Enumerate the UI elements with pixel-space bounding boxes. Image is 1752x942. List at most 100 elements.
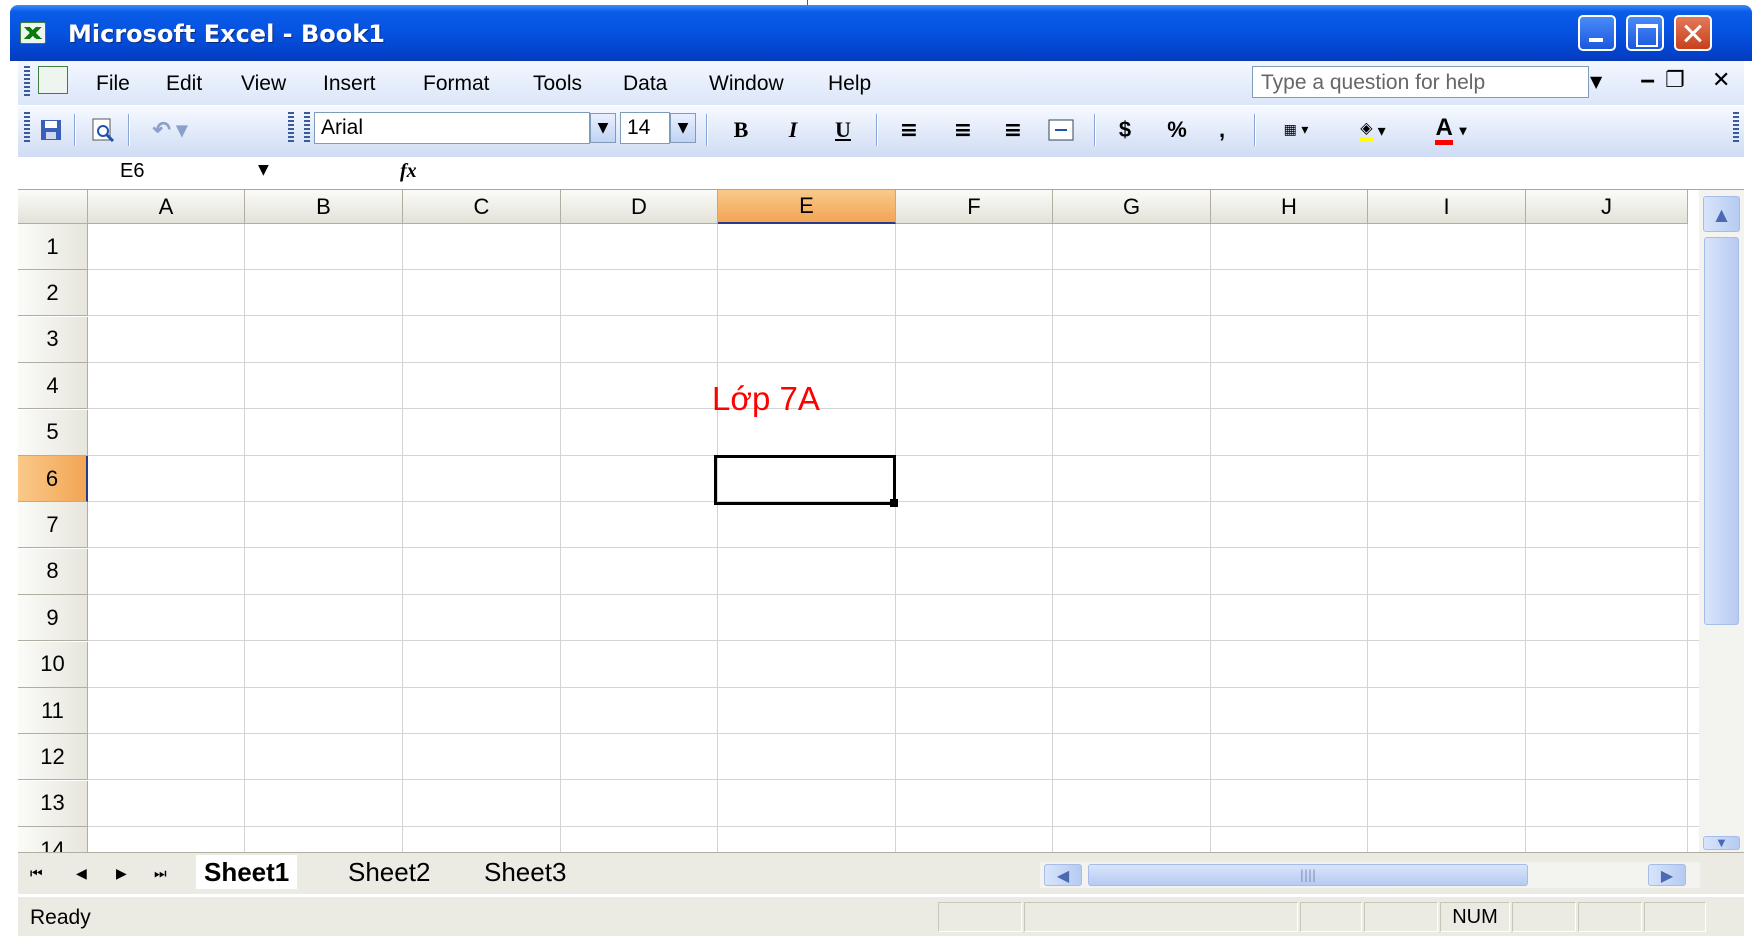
- doc-minimize-icon[interactable]: ‒: [1640, 68, 1655, 93]
- font-name-select[interactable]: Arial: [314, 112, 590, 144]
- menu-window[interactable]: Window: [709, 72, 784, 96]
- align-center-icon[interactable]: ≡: [946, 115, 980, 145]
- maximize-button[interactable]: [1626, 15, 1664, 51]
- row-header-6[interactable]: 6: [18, 456, 88, 502]
- select-all-corner[interactable]: [18, 190, 88, 224]
- toolbar-grip[interactable]: [24, 112, 30, 144]
- row-header-13[interactable]: 13: [18, 780, 88, 827]
- merge-center-icon[interactable]: [1044, 115, 1078, 145]
- column-header-e[interactable]: E: [718, 190, 896, 224]
- row-header-3[interactable]: 3: [18, 316, 88, 363]
- column-header-i[interactable]: I: [1368, 190, 1526, 224]
- tab-sheet1[interactable]: Sheet1: [196, 855, 298, 889]
- tab-sheet3[interactable]: Sheet3: [476, 855, 574, 889]
- fill-handle[interactable]: [890, 499, 898, 507]
- menu-format[interactable]: Format: [423, 72, 490, 96]
- row-header-4[interactable]: 4: [18, 363, 88, 410]
- toolbar-overflow-icon[interactable]: [288, 112, 294, 144]
- row-header-10[interactable]: 10: [18, 641, 88, 688]
- workbook-icon[interactable]: [38, 66, 68, 94]
- row-header-14[interactable]: 14: [18, 827, 88, 852]
- toolbar-separator: [74, 114, 76, 146]
- currency-button[interactable]: $: [1110, 115, 1140, 145]
- grid-line: [88, 361, 1699, 363]
- scroll-down-icon[interactable]: ▼: [1703, 836, 1740, 850]
- print-preview-icon[interactable]: [88, 115, 118, 145]
- row-header-5[interactable]: 5: [18, 409, 88, 456]
- vertical-scroll-thumb[interactable]: [1704, 237, 1739, 625]
- menubar-grip[interactable]: [24, 66, 30, 96]
- status-panel: [1512, 902, 1576, 932]
- menu-help[interactable]: Help: [828, 72, 871, 96]
- percent-button[interactable]: %: [1160, 115, 1194, 145]
- help-dropdown-icon[interactable]: ▼: [1590, 72, 1602, 91]
- minimize-button[interactable]: [1578, 15, 1616, 51]
- undo-icon[interactable]: ↶ ▾: [140, 115, 200, 145]
- font-size-select[interactable]: 14: [620, 112, 670, 144]
- row-header-12[interactable]: 12: [18, 734, 88, 781]
- doc-restore-icon[interactable]: ❐: [1665, 68, 1685, 93]
- namebox-dropdown-icon[interactable]: ▼: [258, 162, 269, 178]
- toolbar-options-icon[interactable]: [1733, 112, 1739, 144]
- row-header-11[interactable]: 11: [18, 688, 88, 734]
- column-header-h[interactable]: H: [1211, 190, 1368, 224]
- menu-tools[interactable]: Tools: [533, 72, 582, 96]
- column-header-c[interactable]: C: [403, 190, 561, 224]
- grid-line: [88, 733, 1699, 734]
- grid-line: [402, 224, 403, 852]
- tab-sheet2[interactable]: Sheet2: [340, 855, 438, 889]
- size-dropdown-icon[interactable]: ▼: [670, 113, 696, 143]
- align-right-icon[interactable]: ≡: [996, 115, 1030, 145]
- doc-close-icon[interactable]: ✕: [1712, 68, 1730, 93]
- name-box[interactable]: E6: [22, 158, 248, 188]
- grid-line: [1052, 224, 1053, 852]
- align-left-icon[interactable]: ≡: [892, 115, 926, 145]
- row-header-7[interactable]: 7: [18, 502, 88, 549]
- menu-insert[interactable]: Insert: [323, 72, 376, 96]
- column-header-d[interactable]: D: [561, 190, 718, 224]
- italic-button[interactable]: I: [776, 115, 810, 145]
- column-header-b[interactable]: B: [245, 190, 403, 224]
- borders-icon[interactable]: ▦ ▾: [1266, 115, 1326, 145]
- help-search-input[interactable]: Type a question for help: [1252, 66, 1589, 98]
- fill-color-icon[interactable]: ◈ ▾: [1338, 115, 1408, 145]
- row-header-9[interactable]: 9: [18, 595, 88, 642]
- menu-edit[interactable]: Edit: [166, 72, 202, 96]
- first-sheet-icon[interactable]: ⏮: [30, 866, 43, 882]
- window-title: Microsoft Excel - Book1: [68, 20, 385, 48]
- active-cell-selection[interactable]: [714, 455, 896, 505]
- horizontal-scroll-thumb[interactable]: ||||: [1088, 864, 1528, 886]
- worksheet-grid[interactable]: A B C D E F G H I J 1 2 3 4 5 6 7 8 9 10 11 12 13 14: [18, 190, 1699, 852]
- save-icon[interactable]: [36, 115, 66, 145]
- scroll-up-icon[interactable]: ▲: [1703, 196, 1740, 232]
- row-header-1[interactable]: 1: [18, 224, 88, 270]
- cell-e5-text: Lớp 7A: [712, 380, 820, 417]
- column-header-a[interactable]: A: [88, 190, 245, 224]
- last-sheet-icon[interactable]: ⏭: [154, 866, 167, 882]
- toolbar-separator: [1254, 114, 1256, 146]
- scroll-right-icon[interactable]: ▶: [1648, 864, 1686, 886]
- underline-button[interactable]: U: [826, 115, 860, 145]
- insert-function-icon[interactable]: fx: [400, 160, 417, 183]
- comma-button[interactable]: ,: [1212, 115, 1232, 145]
- row-header-8[interactable]: 8: [18, 548, 88, 595]
- toolbar-separator: [706, 114, 708, 146]
- next-sheet-icon[interactable]: ▶: [116, 866, 127, 882]
- grid-line: [88, 547, 1699, 549]
- menu-data[interactable]: Data: [623, 72, 667, 96]
- bold-button[interactable]: B: [724, 115, 758, 145]
- row-header-2[interactable]: 2: [18, 270, 88, 317]
- column-header-f[interactable]: F: [896, 190, 1053, 224]
- menu-file[interactable]: File: [96, 72, 130, 96]
- close-button[interactable]: [1674, 15, 1712, 51]
- column-header-j[interactable]: J: [1526, 190, 1688, 224]
- column-header-g[interactable]: G: [1053, 190, 1211, 224]
- font-color-icon[interactable]: A ▾: [1416, 115, 1486, 145]
- grid-line: [88, 269, 1699, 270]
- excel-app-icon[interactable]: [20, 22, 46, 44]
- prev-sheet-icon[interactable]: ◀: [76, 866, 87, 882]
- toolbar-grip[interactable]: [304, 112, 310, 144]
- menu-view[interactable]: View: [241, 72, 286, 96]
- scroll-left-icon[interactable]: ◀: [1044, 864, 1082, 886]
- font-dropdown-icon[interactable]: ▼: [590, 113, 616, 143]
